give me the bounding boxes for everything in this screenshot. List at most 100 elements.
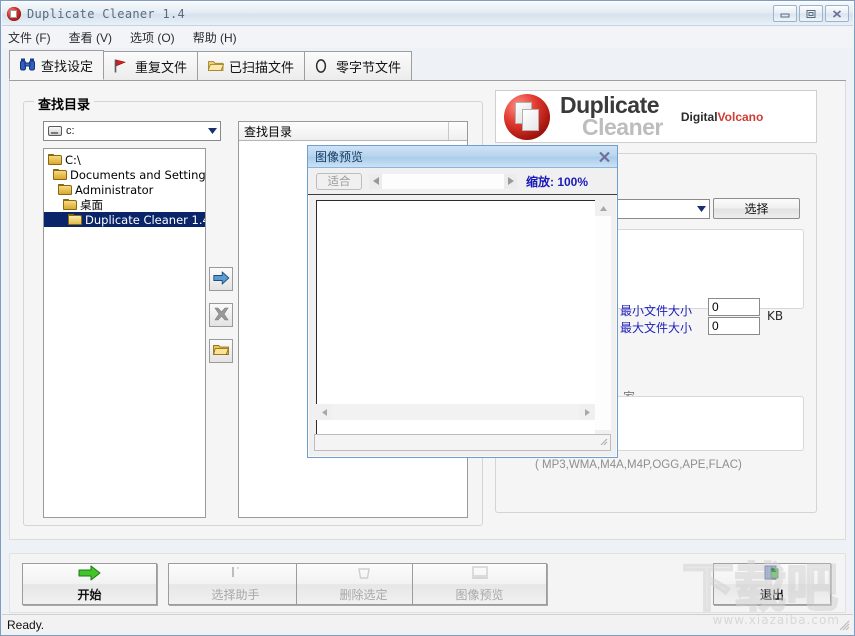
tree-item-label: Documents and Settings: [70, 167, 206, 182]
menu-bar: 文件 (F) 查看 (V) 选项 (O) 帮助 (H): [2, 26, 853, 48]
action-button-bar: 开始 选择助手 删除选定 图像预览 退出: [9, 553, 846, 613]
column-header-extra: [449, 122, 467, 140]
selection-assistant-button[interactable]: 选择助手: [168, 563, 303, 605]
scroll-left-arrow-icon[interactable]: [316, 404, 332, 420]
exit-door-icon: [763, 565, 781, 584]
chevron-down-icon: [693, 200, 709, 218]
tab-duplicate-files[interactable]: 重复文件: [103, 51, 199, 80]
exit-button-label: 退出: [759, 588, 784, 602]
folder-icon: [53, 168, 68, 181]
brand-logo: Duplicate Cleaner DigitalVolcano: [495, 90, 817, 143]
add-directory-button[interactable]: [209, 267, 233, 291]
duplicate-cleaner-logo-icon: [504, 93, 550, 140]
tree-item-label: C:\: [65, 152, 81, 167]
tab-search-settings[interactable]: 查找设定: [9, 50, 105, 80]
start-button[interactable]: 开始: [22, 563, 157, 605]
folder-icon: [63, 198, 78, 211]
trash-icon: [355, 565, 373, 584]
yellow-folder-icon: [213, 343, 229, 359]
browse-folder-button[interactable]: [209, 339, 233, 363]
image-preview-button[interactable]: 图像预览: [412, 563, 547, 605]
vendor-digital: Digital: [680, 109, 718, 124]
remove-directory-button[interactable]: [209, 303, 233, 327]
tree-item-documents-and-settings[interactable]: Documents and Settings: [44, 167, 205, 182]
window-title: Duplicate Cleaner 1.4: [27, 6, 186, 21]
wand-icon: [226, 565, 246, 584]
monitor-icon: [470, 565, 490, 584]
application-window: Duplicate Cleaner 1.4 文件 (F) 查看 (V) 选项 (…: [0, 0, 855, 636]
tree-item-label: Administrator: [75, 182, 154, 197]
supported-formats-note: ( MP3,WMA,M4A,M4P,OGG,APE,FLAC): [535, 459, 742, 471]
group-title: 查找目录: [34, 94, 95, 113]
drive-icon: [48, 126, 62, 136]
drive-select-value: c:: [66, 125, 75, 137]
zero-icon: [315, 58, 330, 74]
preview-vertical-scrollbar[interactable]: [595, 200, 611, 446]
zoom-slider[interactable]: [369, 173, 517, 189]
folder-tree[interactable]: C:\ Documents and Settings Administrator…: [43, 148, 206, 518]
min-file-size-label: 最小文件大小: [620, 304, 693, 318]
scroll-up-arrow-icon[interactable]: [595, 200, 611, 216]
tab-scanned-files[interactable]: 已扫描文件: [197, 51, 306, 80]
image-preview-dialog: 图像预览 适合 缩放: 100%: [307, 145, 618, 458]
tree-item-duplicate-cleaner-147[interactable]: Duplicate Cleaner 1.4.7: [44, 212, 205, 227]
dialog-resize-grip[interactable]: [597, 435, 608, 449]
menu-item-file[interactable]: 文件 (F): [8, 29, 51, 46]
right-arrow-icon[interactable]: [504, 173, 517, 189]
open-folder-icon: [68, 213, 83, 226]
green-right-arrow-icon: [78, 565, 102, 584]
blue-right-arrow-icon: [212, 270, 230, 288]
menu-item-help[interactable]: 帮助 (H): [193, 29, 237, 46]
exit-button[interactable]: 退出: [713, 563, 831, 605]
minimize-button[interactable]: [773, 5, 797, 22]
scroll-right-arrow-icon[interactable]: [579, 404, 595, 420]
resize-grip[interactable]: [838, 619, 850, 631]
status-text: Ready.: [7, 617, 45, 632]
selection-assistant-label: 选择助手: [211, 588, 260, 602]
menu-item-options[interactable]: 选项 (O): [130, 29, 175, 46]
min-file-size-input[interactable]: 0: [708, 298, 760, 316]
tree-item-label: 桌面: [80, 197, 103, 212]
zoom-level-label: 缩放: 100%: [526, 174, 589, 189]
tree-item-administrator[interactable]: Administrator: [44, 182, 205, 197]
column-header-directory: 查找目录: [239, 122, 449, 140]
list-header: 查找目录: [239, 122, 467, 141]
title-bar: Duplicate Cleaner 1.4: [2, 2, 853, 26]
vendor-volcano: Volcano: [717, 109, 764, 124]
dialog-toolbar: 适合 缩放: 100%: [308, 168, 617, 195]
tree-item-desktop[interactable]: 桌面: [44, 197, 205, 212]
tab-zero-byte-files[interactable]: 零字节文件: [304, 51, 413, 80]
chevron-down-icon: [204, 122, 220, 140]
window-controls: [773, 5, 853, 22]
red-flag-icon: [114, 59, 129, 74]
delete-selected-button[interactable]: 删除选定: [296, 563, 431, 605]
max-file-size-input[interactable]: 0: [708, 317, 760, 335]
close-button[interactable]: [825, 5, 849, 22]
vendor-logo: DigitalVolcano: [681, 110, 763, 124]
tab-label: 零字节文件: [336, 60, 402, 76]
file-size-unit-label: KB: [767, 309, 784, 323]
folder-tree-rows: C:\ Documents and Settings Administrator…: [44, 149, 205, 227]
brand-wordmark: Duplicate Cleaner: [560, 93, 663, 139]
status-bar: Ready.: [2, 614, 853, 634]
menu-item-view[interactable]: 查看 (V): [69, 29, 112, 46]
select-button[interactable]: 选择: [713, 198, 800, 219]
left-arrow-icon[interactable]: [369, 173, 382, 189]
dialog-status-bar: [314, 434, 611, 451]
max-file-size-label: 最大文件大小: [620, 321, 693, 335]
tree-item-label: Duplicate Cleaner 1.4.7: [85, 212, 205, 227]
tab-label: 重复文件: [135, 60, 188, 76]
drive-select[interactable]: c:: [43, 121, 221, 141]
maximize-button[interactable]: [799, 5, 823, 22]
image-preview-label: 图像预览: [455, 588, 504, 602]
tab-label: 查找设定: [41, 59, 94, 75]
preview-horizontal-scrollbar[interactable]: [316, 404, 595, 420]
folder-icon: [48, 153, 63, 166]
dialog-title: 图像预览: [315, 150, 364, 164]
gray-x-icon: [213, 307, 229, 324]
fit-button[interactable]: 适合: [316, 172, 362, 190]
open-folder-icon: [207, 59, 225, 74]
close-icon[interactable]: [597, 150, 612, 164]
tree-item-c-root[interactable]: C:\: [44, 152, 205, 167]
zoom-slider-track[interactable]: [382, 173, 504, 189]
